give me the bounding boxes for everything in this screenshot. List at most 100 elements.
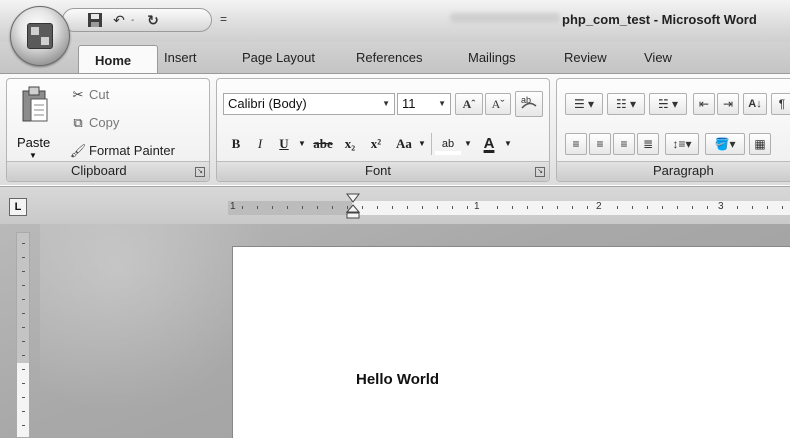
format-painter-button[interactable]: 🖌 Format Painter bbox=[69, 143, 175, 159]
vertical-ruler[interactable] bbox=[16, 232, 30, 438]
font-label-bar: Font ↘ bbox=[217, 161, 549, 181]
paste-button[interactable]: Paste bbox=[17, 135, 50, 150]
decrease-indent-icon[interactable]: ⇤ bbox=[693, 93, 715, 115]
highlight-dropdown-icon[interactable]: ▼ bbox=[463, 133, 473, 155]
font-name-select[interactable]: Calibri (Body) ▼ bbox=[223, 93, 395, 115]
indent-marker-icon[interactable] bbox=[346, 193, 360, 219]
copy-button[interactable]: ⧉ Copy bbox=[69, 115, 119, 131]
paragraph-group-label: Paragraph bbox=[653, 163, 714, 178]
scissors-icon: ✂ bbox=[72, 87, 84, 102]
paragraph-label-bar: Paragraph bbox=[557, 161, 790, 181]
ruler-number: 2 bbox=[596, 201, 602, 212]
paragraph-group: ☰ ▾ ☷ ▾ ☵ ▾ ⇤ ⇥ A↓ ¶ ≡ ≡ ≡ ≣ ↕≡▾ 🪣▾ ▦ Pa… bbox=[556, 78, 790, 182]
increase-indent-icon[interactable]: ⇥ bbox=[717, 93, 739, 115]
italic-button[interactable]: I bbox=[251, 133, 269, 155]
customize-qat-icon[interactable]: = bbox=[220, 12, 227, 26]
ruler-tick bbox=[287, 206, 288, 209]
font-color-dropdown-icon[interactable]: ▼ bbox=[503, 133, 513, 155]
ruler-tick bbox=[242, 206, 243, 209]
title-bar: ↶ - ↻ = php_com_test - Microsoft Word bbox=[0, 0, 790, 42]
copy-icon: ⧉ bbox=[73, 115, 83, 130]
bold-button[interactable]: B bbox=[227, 133, 245, 155]
redo-icon[interactable]: ↻ bbox=[143, 12, 163, 29]
tab-home[interactable]: Home bbox=[78, 45, 158, 75]
office-logo-icon bbox=[27, 23, 53, 49]
horizontal-ruler[interactable]: 1 1 2 3 bbox=[228, 201, 790, 215]
ruler-tick bbox=[317, 206, 318, 209]
ruler-number: 3 bbox=[718, 201, 724, 212]
multilevel-list-icon[interactable]: ☵ ▾ bbox=[649, 93, 687, 115]
borders-icon[interactable]: ▦ bbox=[749, 133, 771, 155]
tab-view[interactable]: View bbox=[644, 50, 672, 65]
paste-icon[interactable] bbox=[21, 85, 49, 122]
font-color-button[interactable]: A bbox=[479, 133, 499, 155]
ruler-tick bbox=[752, 206, 753, 209]
cut-label: Cut bbox=[89, 87, 110, 102]
document-page[interactable]: Hello World bbox=[232, 246, 790, 438]
ribbon-tab-row: Home Insert Page Layout References Maili… bbox=[0, 42, 790, 75]
strikethrough-button[interactable]: abe bbox=[309, 133, 337, 155]
undo-icon[interactable]: ↶ bbox=[109, 12, 129, 29]
ruler-tick bbox=[617, 206, 618, 209]
ruler-tick bbox=[302, 206, 303, 209]
save-icon[interactable] bbox=[85, 12, 105, 29]
shading-icon[interactable]: 🪣▾ bbox=[705, 133, 745, 155]
cut-button[interactable]: ✂ Cut bbox=[69, 87, 110, 103]
ruler-tick bbox=[392, 206, 393, 209]
ruler-tick bbox=[22, 271, 25, 272]
change-case-button[interactable]: Aa bbox=[391, 133, 417, 155]
font-name-value: Calibri (Body) bbox=[228, 96, 307, 111]
change-case-dropdown-icon[interactable]: ▼ bbox=[417, 133, 427, 155]
show-marks-icon[interactable]: ¶ bbox=[771, 93, 790, 115]
tab-home-label: Home bbox=[95, 53, 132, 68]
paste-dropdown-icon[interactable]: ▼ bbox=[29, 151, 37, 160]
line-spacing-icon[interactable]: ↕≡▾ bbox=[665, 133, 699, 155]
align-center-icon[interactable]: ≡ bbox=[589, 133, 611, 155]
office-button[interactable] bbox=[10, 6, 70, 66]
quick-access-toolbar: ↶ - ↻ bbox=[62, 8, 212, 32]
tab-page-layout[interactable]: Page Layout bbox=[242, 50, 315, 65]
tab-references[interactable]: References bbox=[356, 50, 422, 65]
brush-icon: 🖌 bbox=[69, 143, 87, 158]
ruler-tick bbox=[22, 327, 25, 328]
chevron-down-icon: ▼ bbox=[382, 99, 390, 108]
underline-dropdown-icon[interactable]: ▼ bbox=[297, 133, 307, 155]
superscript-button[interactable]: x² bbox=[365, 133, 387, 155]
grow-font-button[interactable]: Aˆ bbox=[455, 93, 483, 115]
font-size-select[interactable]: 11 ▼ bbox=[397, 93, 451, 115]
tab-review[interactable]: Review bbox=[564, 50, 607, 65]
ruler-number: 1 bbox=[474, 201, 480, 212]
ribbon: Paste ▼ ✂ Cut ⧉ Copy 🖌 Format Painter Clipb… bbox=[0, 73, 790, 185]
justify-icon[interactable]: ≣ bbox=[637, 133, 659, 155]
ruler-tick bbox=[22, 397, 25, 398]
blurred-region bbox=[450, 13, 560, 23]
tab-mailings[interactable]: Mailings bbox=[468, 50, 516, 65]
window-title: php_com_test - Microsoft Word bbox=[562, 12, 757, 27]
font-dialog-launcher[interactable]: ↘ bbox=[535, 167, 545, 177]
align-right-icon[interactable]: ≡ bbox=[613, 133, 635, 155]
tab-insert[interactable]: Insert bbox=[164, 50, 197, 65]
undo-dropdown-icon[interactable]: - bbox=[131, 15, 134, 26]
sort-icon[interactable]: A↓ bbox=[743, 93, 767, 115]
clipboard-dialog-launcher[interactable]: ↘ bbox=[195, 167, 205, 177]
ruler-tick bbox=[587, 206, 588, 209]
ruler-tick bbox=[632, 206, 633, 209]
ruler-tick bbox=[692, 206, 693, 209]
document-text[interactable]: Hello World bbox=[356, 371, 439, 388]
tab-selector-button[interactable]: L bbox=[9, 198, 27, 216]
ruler-tick bbox=[707, 206, 708, 209]
ruler-tick bbox=[22, 243, 25, 244]
shrink-font-button[interactable]: Aˇ bbox=[485, 93, 511, 115]
numbering-icon[interactable]: ☷ ▾ bbox=[607, 93, 645, 115]
highlight-button[interactable]: ab bbox=[435, 133, 461, 155]
underline-button[interactable]: U bbox=[275, 133, 293, 155]
align-left-icon[interactable]: ≡ bbox=[565, 133, 587, 155]
ruler-tick bbox=[22, 257, 25, 258]
ruler-tick bbox=[572, 206, 573, 209]
clear-formatting-icon[interactable]: ab bbox=[515, 91, 543, 117]
ruler-tick bbox=[662, 206, 663, 209]
ruler-tick bbox=[22, 355, 25, 356]
ruler-tick bbox=[22, 299, 25, 300]
bullets-icon[interactable]: ☰ ▾ bbox=[565, 93, 603, 115]
subscript-button[interactable]: x₂ bbox=[339, 133, 361, 155]
